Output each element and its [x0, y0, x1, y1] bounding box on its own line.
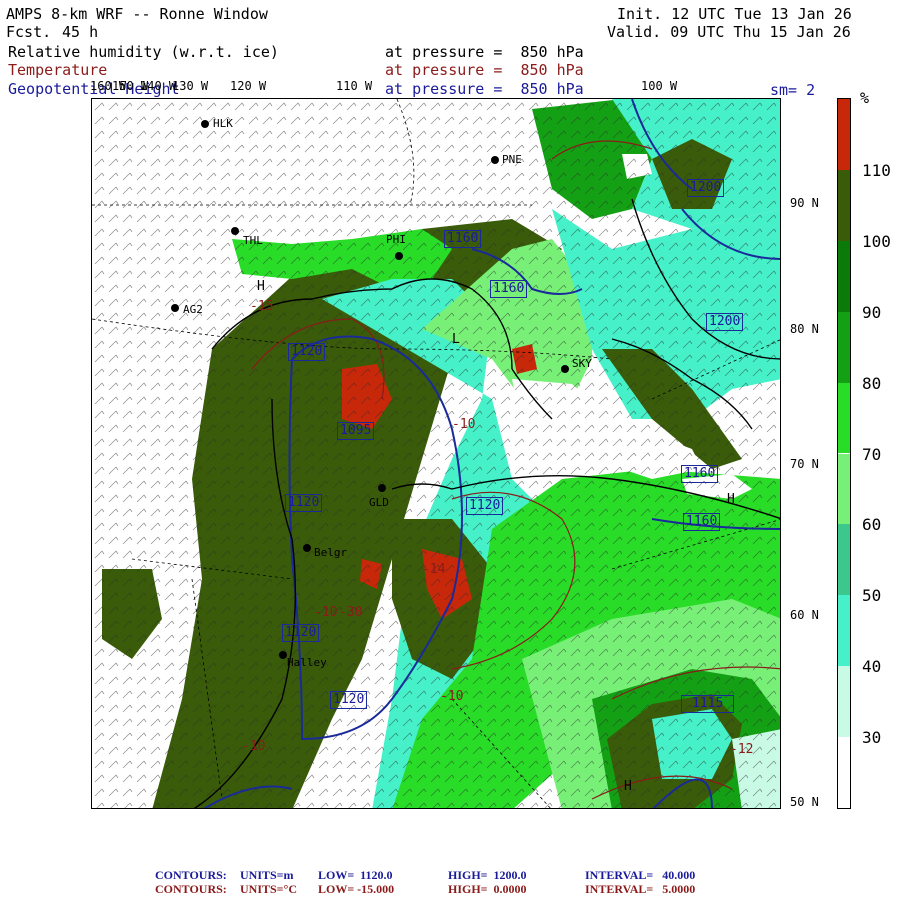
- lat-label-90n: 90 N: [790, 196, 819, 210]
- temp-label: -10: [440, 689, 464, 704]
- lon-label-100w: 100 W: [641, 79, 678, 93]
- colorbar-segment: [838, 240, 850, 312]
- height-label: 1160: [683, 513, 721, 531]
- footer-high: HIGH= 0.0000: [448, 882, 527, 896]
- footer-interval: INTERVAL= 5.0000: [585, 882, 696, 896]
- temp-label: -10: [452, 417, 476, 432]
- colorbar-tick-label: 110: [862, 160, 891, 180]
- wind-barbs: [92, 99, 780, 808]
- height-label: 1120: [466, 497, 504, 515]
- colorbar: [837, 98, 851, 809]
- station-thl: THL: [243, 234, 263, 247]
- low-marker: L: [452, 332, 460, 347]
- field-rh-level: at pressure = 850 hPa: [385, 43, 584, 61]
- colorbar-segment: [838, 524, 850, 596]
- height-label: 1095: [337, 422, 375, 440]
- height-label: 1115: [681, 695, 735, 713]
- height-label: 1120: [330, 691, 368, 709]
- colorbar-tick-label: 30: [862, 728, 882, 748]
- smoothing-label: sm= 2: [770, 81, 816, 99]
- temp-label: -10: [314, 605, 338, 620]
- colorbar-segment: [838, 737, 850, 808]
- station-halley: Halley: [287, 656, 327, 669]
- forecast-hour-value: 45 h: [62, 23, 99, 41]
- lat-label-60n: 60 N: [790, 608, 819, 622]
- station-phi: PHI: [386, 233, 406, 246]
- high-marker: H: [624, 779, 632, 794]
- map-title: AMPS 8-km WRF -- Ronne Window: [6, 5, 268, 23]
- temp-label: -10: [242, 739, 266, 754]
- height-label: 1120: [288, 343, 326, 361]
- lat-label-50n: 50 N: [790, 795, 819, 809]
- lon-label-130w: 130 W: [172, 79, 209, 93]
- lon-label-120w: 120 W: [230, 79, 267, 93]
- footer-label: CONTOURS:: [155, 882, 227, 896]
- colorbar-segment: [838, 99, 850, 170]
- field-rh-name: Relative humidity (w.r.t. ice): [8, 43, 279, 61]
- footer-interval: INTERVAL= 40.000: [585, 868, 696, 882]
- height-label: 1200: [706, 313, 744, 331]
- colorbar-tick-label: 100: [862, 231, 891, 251]
- init-time: Init. 12 UTC Tue 13 Jan 26: [617, 5, 852, 23]
- lon-label-110w: 110 W: [336, 79, 373, 93]
- height-label: 1120: [285, 494, 323, 512]
- station-gld: GLD: [369, 496, 389, 509]
- high-marker: H: [257, 279, 265, 294]
- field-temp-name: Temperature: [8, 61, 108, 79]
- colorbar-segment: [838, 595, 850, 667]
- station-sky: SKY: [572, 357, 592, 370]
- height-label: 1160: [444, 230, 482, 248]
- station-ag2: AG2: [183, 303, 203, 316]
- station-hlk: HLK: [213, 117, 233, 130]
- lon-label-140w: 140 W: [140, 79, 177, 93]
- colorbar-segment: [838, 311, 850, 383]
- footer-units: UNITS=m: [240, 868, 294, 882]
- colorbar-segment: [838, 169, 850, 241]
- colorbar-tick-label: 60: [862, 515, 882, 535]
- field-temp-level: at pressure = 850 hPa: [385, 61, 584, 79]
- footer-low: LOW= 1120.0: [318, 868, 393, 882]
- temp-label: -15: [250, 299, 274, 314]
- forecast-hour-label: Fcst.: [6, 23, 52, 41]
- colorbar-tick-label: 90: [862, 302, 882, 322]
- footer-units: UNITS=°C: [240, 882, 297, 896]
- height-label: 1160: [681, 465, 719, 483]
- map-svg: [92, 99, 780, 808]
- temp-label: -12: [730, 742, 754, 757]
- colorbar-unit: %: [860, 89, 870, 107]
- temp-label: -14: [422, 562, 446, 577]
- forecast-map: HLK PNE THL PHI AG2 SKY GLD Belgr Halley…: [91, 98, 781, 809]
- colorbar-segment: [838, 666, 850, 738]
- footer-low: LOW= -15.000: [318, 882, 395, 896]
- colorbar-tick-label: 80: [862, 373, 882, 393]
- height-label: 1160: [490, 280, 528, 298]
- lat-label-70n: 70 N: [790, 457, 819, 471]
- field-height-level: at pressure = 850 hPa: [385, 80, 584, 98]
- temp-label: -30: [339, 605, 363, 620]
- lat-label-80n: 80 N: [790, 322, 819, 336]
- height-label: 1120: [282, 624, 320, 642]
- high-marker: H: [727, 492, 735, 507]
- station-belgr: Belgr: [314, 546, 348, 559]
- colorbar-tick-label: 70: [862, 444, 882, 464]
- height-label: 1200: [687, 179, 725, 197]
- station-pne: PNE: [502, 153, 522, 166]
- colorbar-tick-label: 40: [862, 657, 882, 677]
- footer-high: HIGH= 1200.0: [448, 868, 527, 882]
- colorbar-segment: [838, 453, 850, 525]
- valid-time: Valid. 09 UTC Thu 15 Jan 26: [607, 23, 851, 41]
- footer-label: CONTOURS:: [155, 868, 227, 882]
- colorbar-segment: [838, 382, 850, 454]
- colorbar-tick-label: 50: [862, 586, 882, 606]
